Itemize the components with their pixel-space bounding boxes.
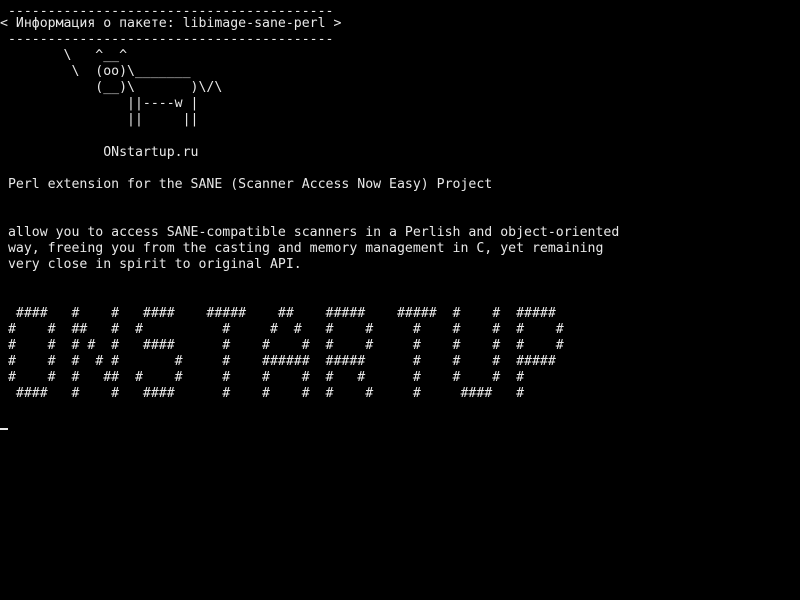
cow-line: ||----w | bbox=[0, 96, 199, 111]
cow-line: || || bbox=[0, 112, 199, 127]
cow-line: (__)\ )\/\ bbox=[0, 80, 223, 95]
description-line: very close in spirit to original API. bbox=[0, 257, 302, 272]
terminal-screen[interactable]: ----------------------------------------… bbox=[0, 0, 800, 600]
package-summary: Perl extension for the SANE (Scanner Acc… bbox=[0, 177, 493, 192]
cow-line: \ ^__^ bbox=[0, 48, 128, 63]
text-cursor bbox=[0, 428, 8, 430]
banner-line: #### # # #### ##### ## ##### ##### # # #… bbox=[0, 306, 556, 321]
site-text: ONstartup.ru bbox=[0, 145, 199, 160]
description-line: allow you to access SANE-compatible scan… bbox=[0, 225, 620, 240]
banner-line: #### # # #### # # # # # # #### # bbox=[0, 386, 525, 401]
description-line: way, freeing you from the casting and me… bbox=[0, 241, 604, 256]
banner-line: # # ## # # # # # # # # # # # # bbox=[0, 322, 564, 337]
banner-line: # # # # # # # ###### ##### # # # ##### bbox=[0, 354, 556, 369]
banner-line: # # # ## # # # # # # # # # # # bbox=[0, 370, 525, 385]
header-title: < Информация о пакете: libimage-sane-per… bbox=[0, 16, 342, 31]
banner-line: # # # # # #### # # # # # # # # # # bbox=[0, 338, 564, 353]
header-rule-bottom: ----------------------------------------… bbox=[0, 32, 334, 47]
cow-line: \ (oo)\_______ bbox=[0, 64, 191, 79]
